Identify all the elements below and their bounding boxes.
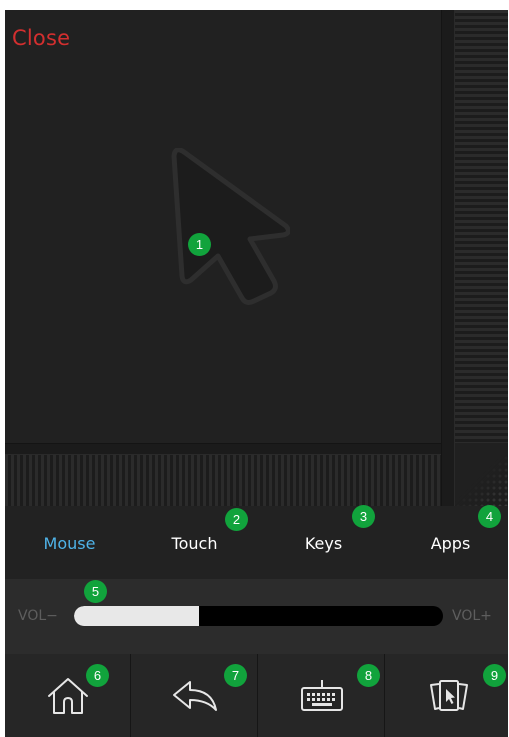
- remote-app: Close Mouse Touch Keys Apps VOL− VOL+: [5, 10, 508, 737]
- touchpad-divider-horizontal: [5, 443, 441, 455]
- corner-grip: [455, 455, 508, 506]
- marker-5: 5: [84, 580, 107, 603]
- marker-9: 9: [483, 664, 506, 687]
- mode-tabs: Mouse Touch Keys Apps: [5, 506, 508, 579]
- volume-row: VOL− VOL+: [5, 579, 508, 654]
- marker-7: 7: [224, 664, 247, 687]
- tab-touch[interactable]: Touch: [132, 526, 257, 562]
- home-icon: [47, 677, 88, 714]
- volume-slider[interactable]: [74, 606, 443, 626]
- touchpad-divider-vertical: [441, 10, 455, 506]
- keyboard-icon: [300, 679, 343, 711]
- tab-mouse[interactable]: Mouse: [7, 526, 132, 562]
- marker-6: 6: [86, 664, 109, 687]
- touchpad-surface[interactable]: Close: [5, 10, 441, 443]
- marker-3: 3: [352, 505, 375, 528]
- vertical-scroll-strip[interactable]: [455, 10, 508, 443]
- marker-1: 1: [188, 233, 211, 256]
- cards-icon: [430, 679, 468, 711]
- mouse-pointer-icon: [171, 148, 290, 305]
- marker-4: 4: [478, 505, 501, 528]
- bottom-nav: [5, 654, 508, 737]
- tab-apps[interactable]: Apps: [388, 526, 508, 562]
- volume-down-button[interactable]: VOL−: [18, 604, 58, 628]
- screen: Close Mouse Touch Keys Apps VOL− VOL+ 1 …: [0, 0, 509, 737]
- home-button[interactable]: [5, 654, 131, 737]
- volume-level-fill: [74, 606, 199, 626]
- horizontal-scroll-strip[interactable]: [5, 455, 441, 506]
- marker-8: 8: [357, 664, 380, 687]
- close-button[interactable]: Close: [12, 24, 70, 52]
- volume-up-button[interactable]: VOL+: [452, 604, 492, 628]
- touchpad-area: Close: [5, 10, 508, 506]
- marker-2: 2: [225, 508, 248, 531]
- back-icon: [172, 680, 217, 711]
- tab-keys[interactable]: Keys: [261, 526, 386, 562]
